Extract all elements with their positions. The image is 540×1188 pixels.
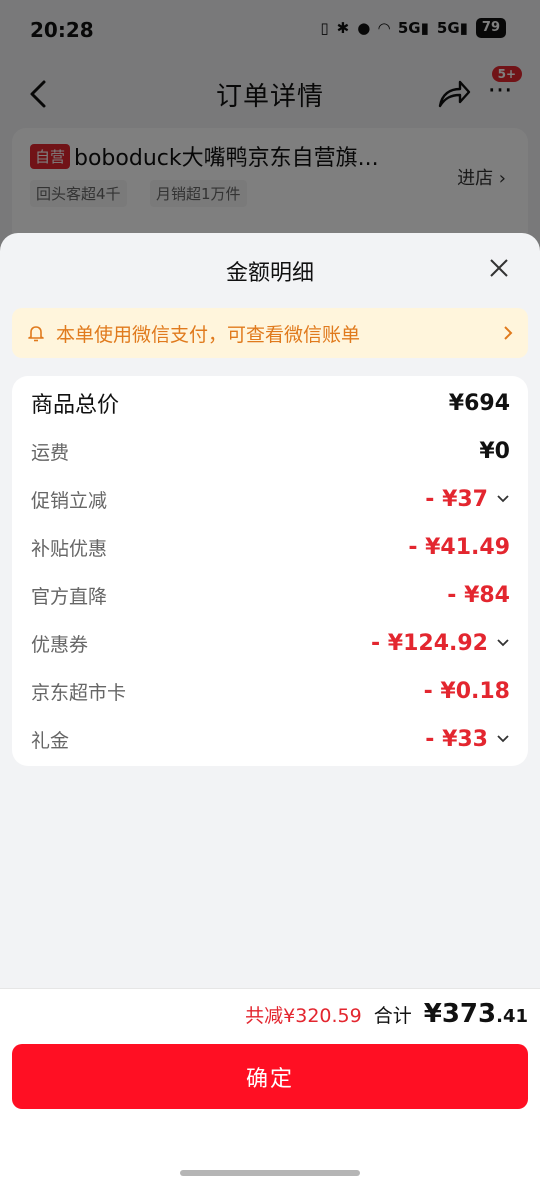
row-official-cut: 官方直降 - ¥84 xyxy=(12,571,528,619)
modal-overlay[interactable] xyxy=(0,0,540,260)
row-value: - ¥0.18 xyxy=(423,678,510,704)
row-shipping: 运费 ¥0 xyxy=(12,427,528,475)
total-amount: ¥373.41 xyxy=(423,999,528,1029)
bell-icon xyxy=(28,326,44,342)
footer-bar: 共减¥320.59 合计 ¥373.41 确定 xyxy=(0,988,540,1188)
row-label: 促销立减 xyxy=(31,489,108,512)
row-value: - ¥124.92 xyxy=(371,630,488,656)
close-icon[interactable] xyxy=(488,257,510,279)
row-supermarket-card: 京东超市卡 - ¥0.18 xyxy=(12,667,528,715)
home-indicator xyxy=(180,1170,360,1176)
wechat-pay-notice[interactable]: 本单使用微信支付，可查看微信账单 xyxy=(12,308,528,358)
row-goods-total: 商品总价 ¥694 xyxy=(12,379,528,427)
total-line: 共减¥320.59 合计 ¥373.41 xyxy=(245,999,528,1029)
confirm-button[interactable]: 确定 xyxy=(12,1044,528,1109)
row-value: ¥694 xyxy=(448,390,510,416)
chevron-right-icon xyxy=(504,326,513,340)
chevron-down-icon[interactable] xyxy=(496,734,510,744)
row-label: 礼金 xyxy=(31,729,70,752)
total-label: 合计 xyxy=(373,1005,412,1027)
row-label: 优惠券 xyxy=(31,633,89,656)
amount-detail-card: 商品总价 ¥694 运费 ¥0 促销立减 - ¥37 补贴优惠 - ¥41.49… xyxy=(12,376,528,766)
row-label: 京东超市卡 xyxy=(31,681,127,704)
row-label: 商品总价 xyxy=(31,393,120,418)
row-value: - ¥33 xyxy=(425,726,488,752)
row-coupon[interactable]: 优惠券 - ¥124.92 xyxy=(12,619,528,667)
chevron-down-icon[interactable] xyxy=(496,638,510,648)
row-gift-money[interactable]: 礼金 - ¥33 xyxy=(12,715,528,763)
row-value: - ¥84 xyxy=(447,582,510,608)
row-label: 运费 xyxy=(31,441,70,464)
row-promo-discount[interactable]: 促销立减 - ¥37 xyxy=(12,475,528,523)
row-label: 官方直降 xyxy=(31,585,108,608)
row-value: ¥0 xyxy=(479,438,510,464)
notice-text: 本单使用微信支付，可查看微信账单 xyxy=(56,323,361,346)
sheet-title: 金额明细 xyxy=(225,261,314,286)
row-subsidy: 补贴优惠 - ¥41.49 xyxy=(12,523,528,571)
total-saved: 共减¥320.59 xyxy=(245,1005,362,1027)
row-value: - ¥37 xyxy=(425,486,488,512)
row-value: - ¥41.49 xyxy=(408,534,510,560)
row-label: 补贴优惠 xyxy=(31,537,108,560)
chevron-down-icon[interactable] xyxy=(496,494,510,504)
